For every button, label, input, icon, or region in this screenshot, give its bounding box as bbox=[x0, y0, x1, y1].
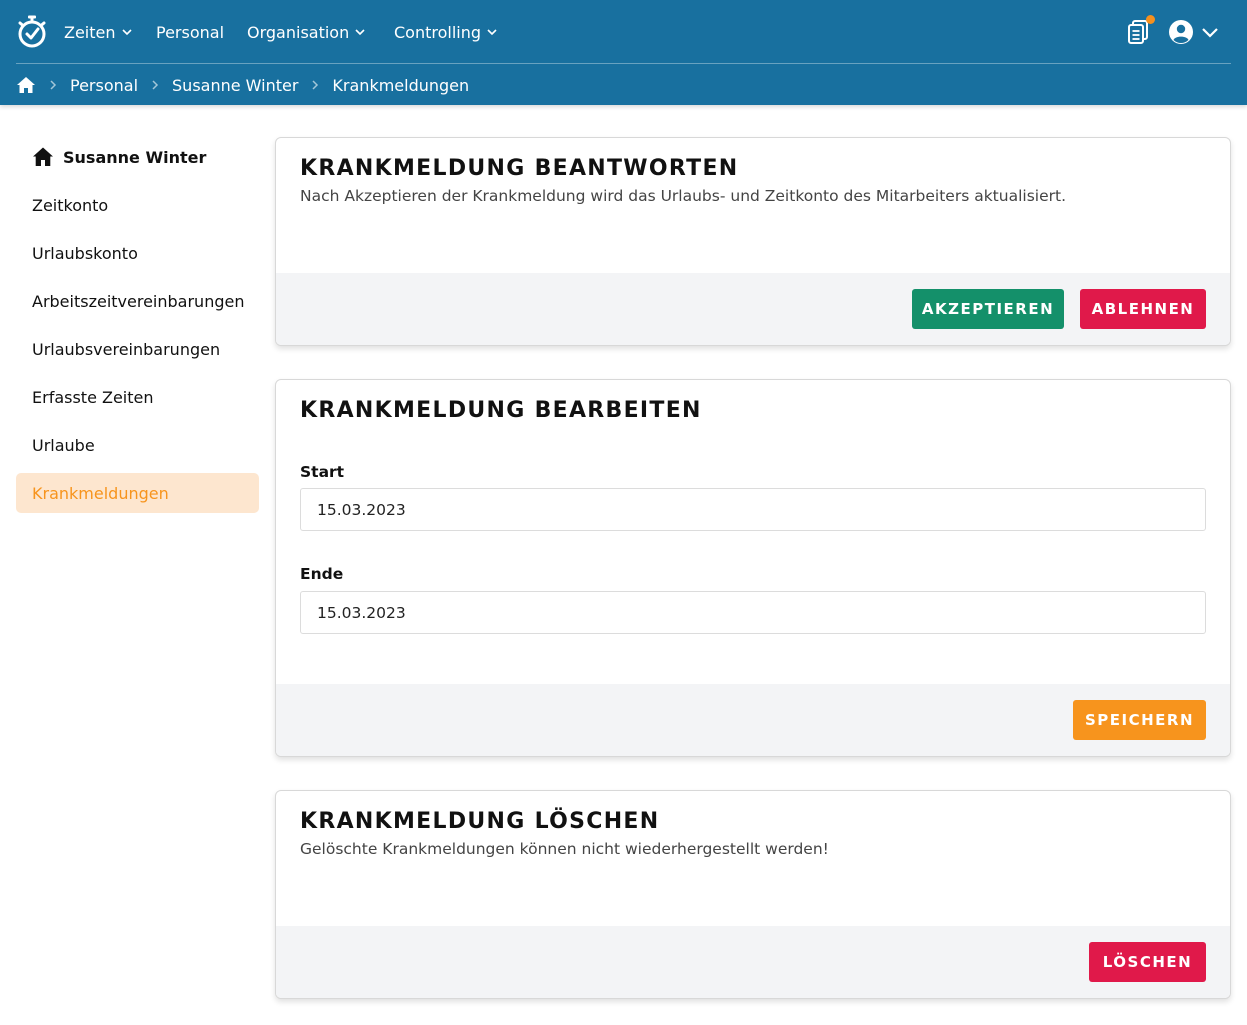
sidebar-item-urlaubsvereinbarungen[interactable]: Urlaubsvereinbarungen bbox=[16, 329, 259, 369]
sidebar-item-zeitkonto[interactable]: Zeitkonto bbox=[16, 185, 259, 225]
nav-zeiten[interactable]: Zeiten bbox=[64, 20, 133, 44]
chevron-down-icon bbox=[487, 29, 497, 36]
answer-card-body: KRANKMELDUNG BEANTWORTEN Nach Akzeptiere… bbox=[276, 138, 1230, 205]
stopwatch-logo-icon[interactable] bbox=[17, 15, 47, 48]
breadcrumb-employee[interactable]: Susanne Winter bbox=[172, 76, 298, 95]
reject-button[interactable]: ABLEHNEN bbox=[1080, 289, 1206, 329]
nav-personal[interactable]: Personal bbox=[156, 20, 224, 44]
edit-card: KRANKMELDUNG BEARBEITEN Start Ende SPEIC… bbox=[275, 379, 1231, 757]
start-date-input[interactable] bbox=[300, 488, 1206, 531]
end-date-input[interactable] bbox=[300, 591, 1206, 634]
sidebar-title[interactable]: Susanne Winter bbox=[16, 137, 259, 177]
delete-card: KRANKMELDUNG LÖSCHEN Gelöschte Krankmeld… bbox=[275, 790, 1231, 999]
save-button[interactable]: SPEICHERN bbox=[1073, 700, 1206, 740]
chevron-right-icon bbox=[50, 80, 57, 90]
answer-card: KRANKMELDUNG BEANTWORTEN Nach Akzeptiere… bbox=[275, 137, 1231, 346]
start-label: Start bbox=[300, 463, 345, 481]
home-icon[interactable] bbox=[16, 75, 36, 95]
edit-card-footer: SPEICHERN bbox=[276, 684, 1230, 756]
home-icon bbox=[33, 147, 53, 166]
sidebar-title-label: Susanne Winter bbox=[63, 147, 207, 167]
sidebar-item-krankmeldungen[interactable]: Krankmeldungen bbox=[16, 473, 259, 513]
chevron-down-icon bbox=[121, 29, 132, 36]
delete-card-title: KRANKMELDUNG LÖSCHEN bbox=[300, 809, 660, 834]
sidebar: Susanne Winter Zeitkonto Urlaubskonto Ar… bbox=[16, 137, 259, 513]
edit-card-body: KRANKMELDUNG BEARBEITEN bbox=[276, 380, 1230, 423]
sidebar-item-erfasste-zeiten[interactable]: Erfasste Zeiten bbox=[16, 377, 259, 417]
end-label: Ende bbox=[300, 565, 344, 583]
delete-card-body: KRANKMELDUNG LÖSCHEN Gelöschte Krankmeld… bbox=[276, 791, 1230, 858]
nav-zeiten-label: Zeiten bbox=[64, 22, 116, 42]
breadcrumb-krankmeldungen[interactable]: Krankmeldungen bbox=[332, 76, 469, 95]
answer-card-title: KRANKMELDUNG BEANTWORTEN bbox=[300, 156, 739, 181]
sidebar-item-urlaube[interactable]: Urlaube bbox=[16, 425, 259, 465]
edit-card-title: KRANKMELDUNG BEARBEITEN bbox=[300, 398, 702, 423]
chevron-down-icon[interactable] bbox=[1200, 24, 1220, 40]
breadcrumb-personal[interactable]: Personal bbox=[70, 76, 138, 95]
header-divider bbox=[16, 63, 1231, 64]
nav-controlling-label: Controlling bbox=[394, 22, 482, 42]
sidebar-item-arbeitszeitvereinbarungen[interactable]: Arbeitszeitvereinbarungen bbox=[16, 281, 259, 321]
notification-dot bbox=[1146, 15, 1155, 24]
top-header: Zeiten Personal Organisation Controlling bbox=[0, 0, 1247, 105]
nav-organisation[interactable]: Organisation bbox=[247, 20, 366, 44]
delete-button[interactable]: LÖSCHEN bbox=[1089, 942, 1206, 982]
accept-button[interactable]: AKZEPTIEREN bbox=[912, 289, 1064, 329]
answer-card-footer: AKZEPTIEREN ABLEHNEN bbox=[276, 273, 1230, 345]
user-circle-icon[interactable] bbox=[1168, 19, 1194, 45]
chevron-right-icon bbox=[312, 80, 319, 90]
main-nav: Zeiten Personal Organisation Controlling bbox=[0, 0, 1247, 64]
chevron-down-icon bbox=[355, 29, 365, 36]
nav-controlling[interactable]: Controlling bbox=[394, 20, 498, 44]
delete-card-footer: LÖSCHEN bbox=[276, 926, 1230, 998]
nav-organisation-label: Organisation bbox=[247, 22, 350, 42]
sidebar-item-urlaubskonto[interactable]: Urlaubskonto bbox=[16, 233, 259, 273]
delete-card-description: Gelöschte Krankmeldungen können nicht wi… bbox=[300, 840, 829, 858]
chevron-right-icon bbox=[152, 80, 159, 90]
breadcrumb: Personal Susanne Winter Krankmeldungen bbox=[16, 72, 469, 98]
answer-card-description: Nach Akzeptieren der Krankmeldung wird d… bbox=[300, 187, 1066, 205]
nav-personal-label: Personal bbox=[156, 22, 225, 42]
